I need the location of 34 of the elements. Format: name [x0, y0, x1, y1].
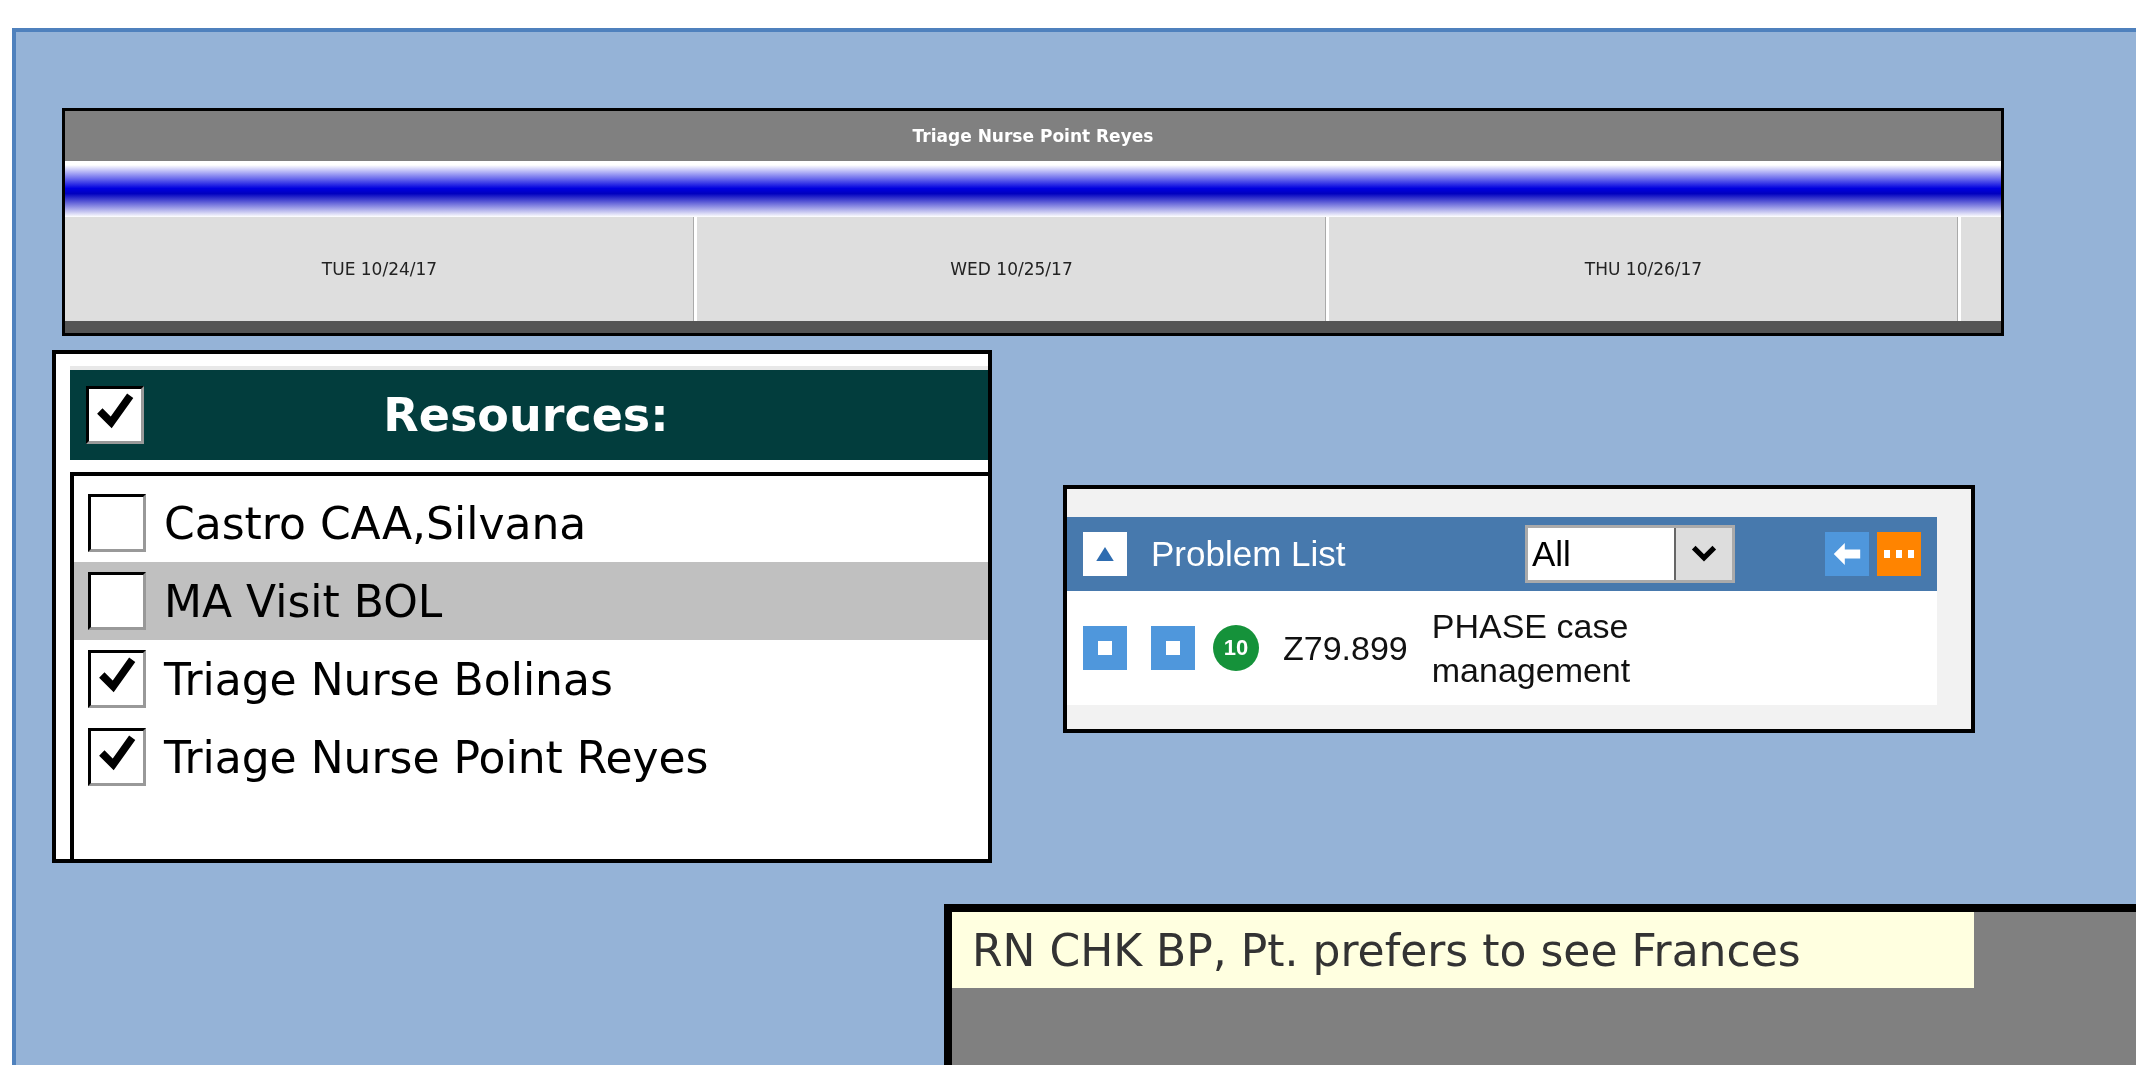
square-button[interactable] [1083, 626, 1127, 670]
ellipsis-icon [1884, 550, 1914, 558]
square-icon [1166, 641, 1180, 655]
resource-item[interactable]: Triage Nurse Point Reyes [74, 718, 988, 796]
checkbox[interactable] [88, 728, 146, 786]
checkbox[interactable] [86, 386, 144, 444]
checkmark-icon [98, 656, 136, 694]
count-badge: 10 [1213, 625, 1259, 671]
resources-title: Resources: [382, 388, 670, 442]
resource-label: MA Visit BOL [164, 575, 443, 627]
problem-code: Z79.899 [1283, 628, 1408, 668]
collapse-button[interactable] [1083, 532, 1127, 576]
checkbox[interactable] [88, 650, 146, 708]
arrow-left-icon [1833, 543, 1861, 565]
square-button[interactable] [1151, 626, 1195, 670]
back-button[interactable] [1825, 532, 1869, 576]
tooltip: RN CHK BP, Pt. prefers to see Frances [952, 912, 1974, 988]
problem-list-title: Problem List [1151, 534, 1347, 574]
resource-item[interactable]: MA Visit BOL [74, 562, 988, 640]
resource-label: Castro CAA,Silvana [164, 497, 587, 549]
problem-description: PHASE case management [1431, 606, 1632, 691]
checkmark-icon [98, 734, 136, 772]
checkbox[interactable] [88, 494, 146, 552]
checkbox[interactable] [88, 572, 146, 630]
resource-item[interactable]: Castro CAA,Silvana [74, 484, 988, 562]
checkmark-icon [96, 392, 134, 430]
resource-item[interactable]: Triage Nurse Bolinas [74, 640, 988, 718]
chevron-down-icon [1691, 545, 1717, 563]
resource-label: Triage Nurse Point Reyes [164, 731, 709, 783]
triangle-up-icon [1096, 547, 1114, 561]
schedule-title: Triage Nurse Point Reyes [65, 111, 2001, 165]
filter-dropdown[interactable]: All [1525, 525, 1735, 583]
square-icon [1098, 641, 1112, 655]
resource-label: Triage Nurse Bolinas [164, 653, 613, 705]
